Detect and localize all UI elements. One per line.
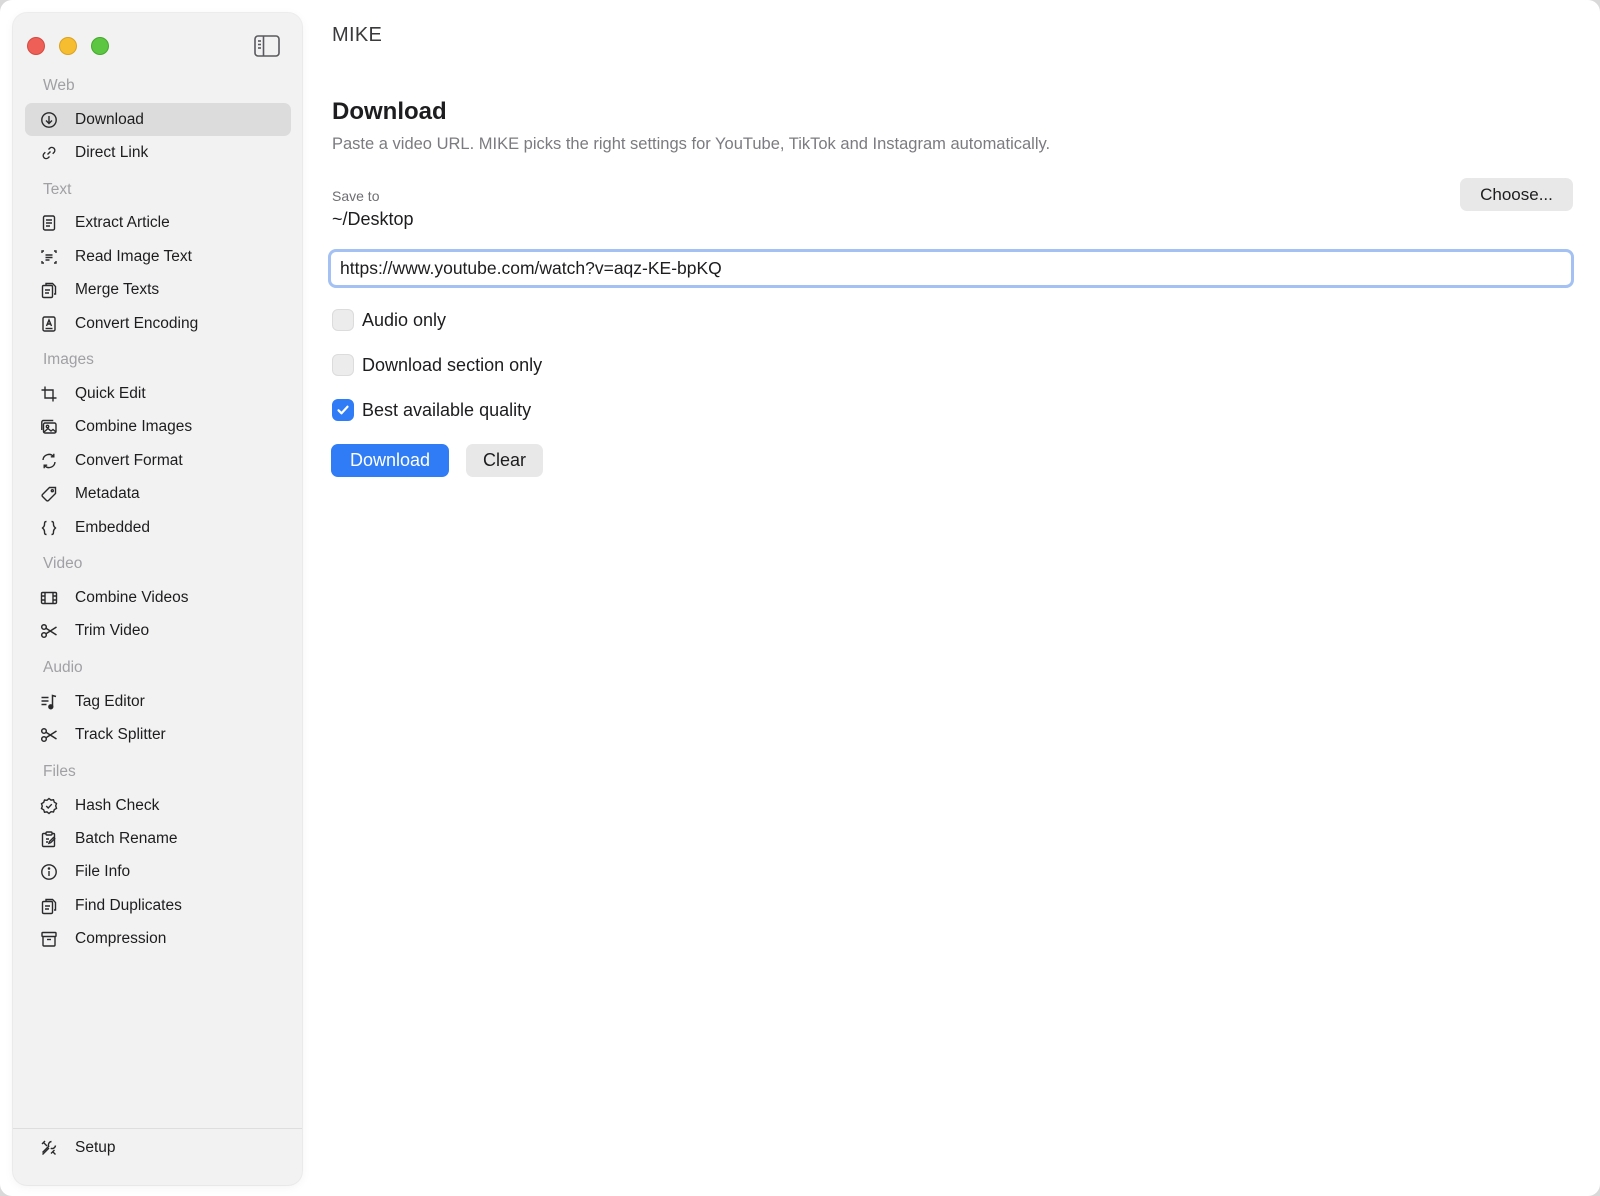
info-icon — [39, 862, 59, 882]
sidebar-item-batch-rename[interactable]: Batch Rename — [25, 822, 291, 855]
sidebar-item-label: Extract Article — [75, 214, 170, 232]
sidebar-item-file-info[interactable]: File Info — [25, 856, 291, 889]
sidebar-item-label: Direct Link — [75, 144, 149, 162]
sidebar-item-direct-link[interactable]: Direct Link — [25, 136, 291, 169]
music-list-icon — [39, 692, 59, 712]
sidebar-item-label: Quick Edit — [75, 385, 146, 403]
archive-box-icon — [39, 929, 59, 949]
sidebar: Web Download Direct Link Text Extract Ar… — [13, 13, 302, 1185]
photos-icon — [39, 417, 59, 437]
section-label-video: Video — [43, 555, 83, 573]
page-title: Download — [332, 98, 447, 125]
choose-folder-button[interactable]: Choose... — [1460, 178, 1573, 211]
close-window-button[interactable] — [27, 37, 45, 55]
sidebar-item-extract-article[interactable]: Extract Article — [25, 207, 291, 240]
clear-button[interactable]: Clear — [466, 444, 543, 477]
sidebar-item-setup[interactable]: Setup — [25, 1131, 291, 1164]
sidebar-item-merge-texts[interactable]: Merge Texts — [25, 274, 291, 307]
section-label-text: Text — [43, 180, 72, 198]
sidebar-item-label: Embedded — [75, 518, 150, 536]
download-circle-icon — [39, 110, 59, 130]
tag-icon — [39, 484, 59, 504]
save-to-label: Save to — [332, 188, 380, 204]
sidebar-item-label: Combine Images — [75, 418, 193, 436]
sidebar-item-label: Download — [75, 110, 144, 128]
best-quality-label: Best available quality — [362, 399, 532, 420]
text-scan-icon — [39, 247, 59, 267]
sidebar-item-hash-check[interactable]: Hash Check — [25, 789, 291, 822]
duplicate-icon — [39, 896, 59, 916]
zoom-window-button[interactable] — [91, 37, 109, 55]
sidebar-item-label: Convert Encoding — [75, 314, 199, 332]
crop-icon — [39, 384, 59, 404]
best-quality-checkbox[interactable] — [332, 399, 354, 421]
sidebar-setup-group: Setup — [25, 1131, 291, 1164]
minimize-window-button[interactable] — [59, 37, 77, 55]
best-quality-option[interactable]: Best available quality — [332, 399, 531, 421]
checkmark-seal-icon — [39, 796, 59, 816]
encoding-icon — [39, 314, 59, 334]
audio-only-checkbox[interactable] — [332, 309, 354, 331]
refresh-icon — [39, 451, 59, 471]
sidebar-item-compression[interactable]: Compression — [25, 922, 291, 955]
sidebar-item-label: Convert Format — [75, 451, 183, 469]
braces-icon — [39, 518, 59, 538]
section-label-images: Images — [43, 351, 94, 369]
sidebar-item-label: Hash Check — [75, 796, 160, 814]
sidebar-toggle-icon[interactable] — [254, 35, 280, 57]
url-input[interactable] — [328, 249, 1574, 288]
sidebar-item-download[interactable]: Download — [25, 103, 291, 137]
sidebar-item-label: Metadata — [75, 485, 140, 503]
sidebar-item-quick-edit[interactable]: Quick Edit — [25, 377, 291, 410]
section-label-files: Files — [43, 762, 76, 780]
link-icon — [39, 143, 59, 163]
sidebar-item-convert-encoding[interactable]: Convert Encoding — [25, 307, 291, 340]
page-description: Paste a video URL. MIKE picks the right … — [332, 135, 1051, 153]
sidebar-item-embedded[interactable]: Embedded — [25, 511, 291, 544]
sidebar-item-label: Compression — [75, 930, 167, 948]
sidebar-item-label: Merge Texts — [75, 281, 160, 299]
document-icon — [39, 213, 59, 233]
app-title: MIKE — [332, 24, 383, 46]
documents-merge-icon — [39, 280, 59, 300]
sidebar-item-label: Tag Editor — [75, 692, 145, 710]
app-window: Web Download Direct Link Text Extract Ar… — [0, 0, 1600, 1196]
section-only-option[interactable]: Download section only — [332, 354, 542, 376]
sidebar-item-label: Read Image Text — [75, 247, 192, 265]
sidebar-divider — [13, 1128, 302, 1129]
sidebar-item-convert-format[interactable]: Convert Format — [25, 444, 291, 477]
sidebar-item-combine-images[interactable]: Combine Images — [25, 411, 291, 444]
sidebar-item-read-image-text[interactable]: Read Image Text — [25, 240, 291, 273]
sidebar-item-label: Trim Video — [75, 622, 150, 640]
sidebar-item-label: Track Splitter — [75, 726, 166, 744]
section-only-checkbox[interactable] — [332, 354, 354, 376]
audio-only-label: Audio only — [362, 309, 447, 330]
sidebar-item-label: Batch Rename — [75, 829, 178, 847]
sidebar-item-tag-editor[interactable]: Tag Editor — [25, 685, 291, 718]
section-label-audio: Audio — [43, 659, 83, 677]
sidebar-item-metadata[interactable]: Metadata — [25, 478, 291, 511]
sidebar-nav: Web Download Direct Link Text Extract Ar… — [25, 75, 291, 956]
sidebar-item-label: Find Duplicates — [75, 896, 182, 914]
rename-icon — [39, 829, 59, 849]
tools-icon — [39, 1138, 59, 1158]
sidebar-item-label: Setup — [75, 1138, 116, 1156]
checkmark-icon — [337, 405, 349, 415]
save-to-path: ~/Desktop — [332, 209, 414, 229]
audio-only-option[interactable]: Audio only — [332, 309, 446, 331]
section-label-web: Web — [43, 77, 75, 94]
film-icon — [39, 588, 59, 608]
sidebar-item-trim-video[interactable]: Trim Video — [25, 615, 291, 648]
sidebar-item-track-splitter[interactable]: Track Splitter — [25, 718, 291, 751]
scissors-icon — [39, 725, 59, 745]
sidebar-item-find-duplicates[interactable]: Find Duplicates — [25, 889, 291, 922]
download-button[interactable]: Download — [331, 444, 449, 477]
scissors-icon — [39, 621, 59, 641]
sidebar-item-combine-videos[interactable]: Combine Videos — [25, 581, 291, 614]
sidebar-item-label: Combine Videos — [75, 588, 189, 606]
section-only-label: Download section only — [362, 354, 543, 375]
sidebar-item-label: File Info — [75, 863, 131, 881]
